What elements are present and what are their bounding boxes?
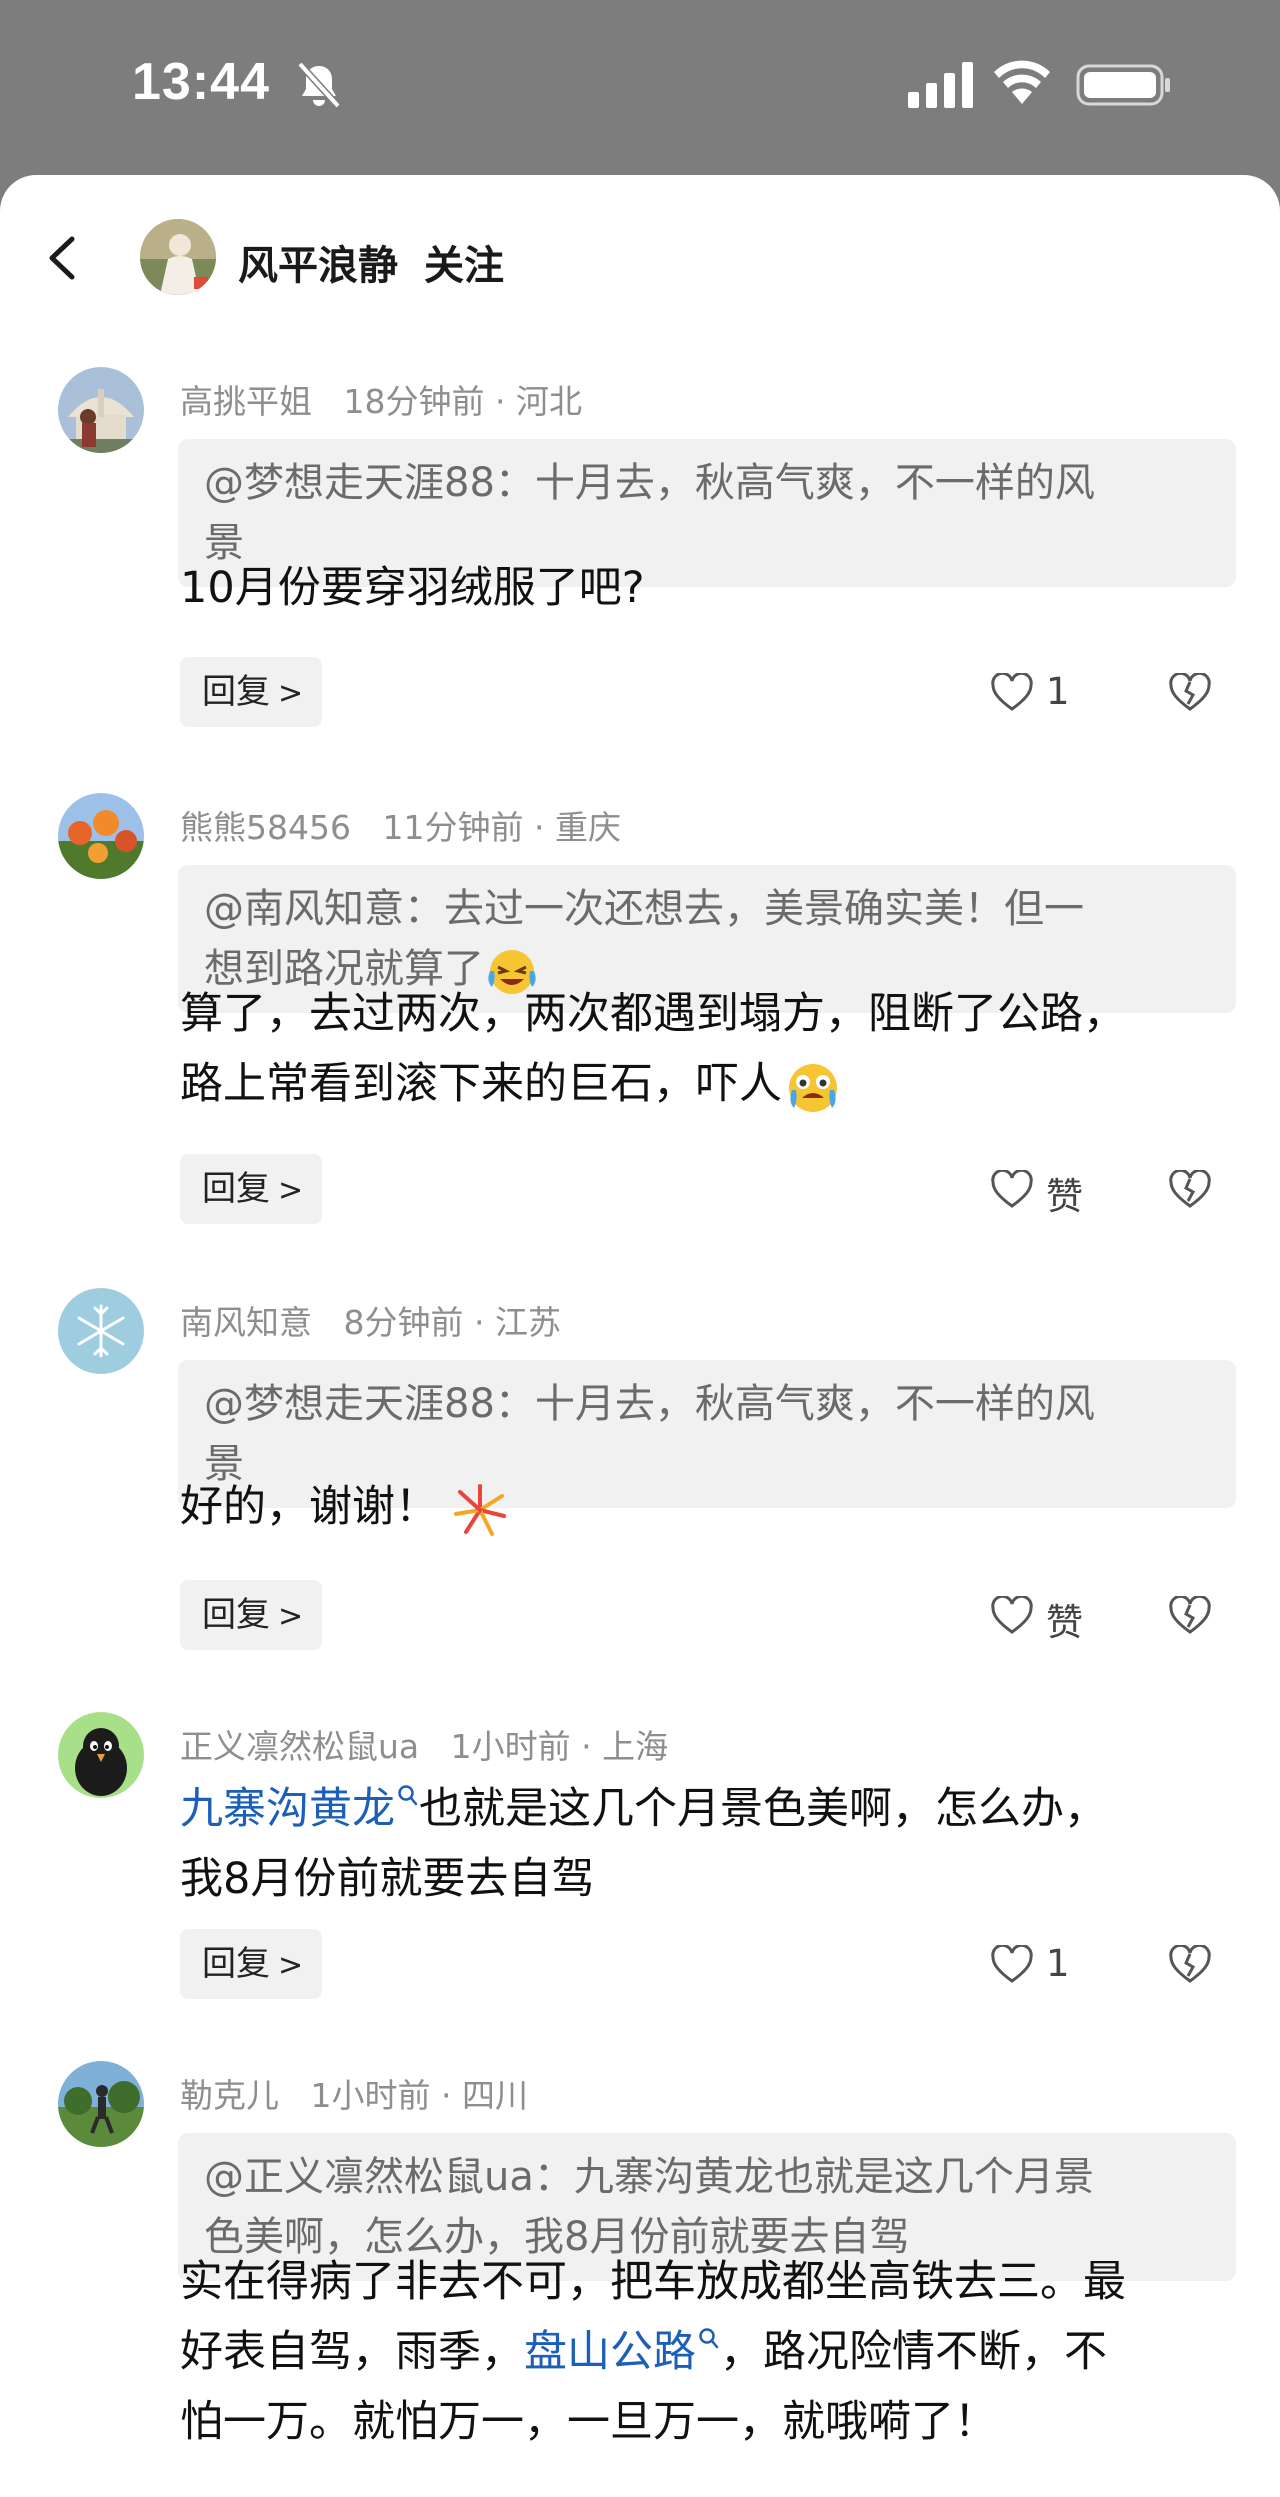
search-icon[interactable] <box>698 2327 720 2353</box>
comment-item: 南风知意 8分钟前 · 江苏 @梦想走天涯88：十月去，秋高气爽，不一样的风 景… <box>0 1288 1280 1588</box>
body-line: 怕一万。就怕万一，一旦万一，就哦嗬了！ <box>180 2397 997 2447</box>
cellular-signal-icon <box>908 62 973 108</box>
author-name[interactable]: 风平浪静 <box>238 233 398 291</box>
heart-icon[interactable] <box>990 1170 1034 1210</box>
quote-line: @南风知意：去过一次还想去，美景确实美！但一 <box>204 886 1084 932</box>
comment-item: 高挑平姐 18分钟前 · 河北 @梦想走天涯88：十月去，秋高气爽，不一样的风 … <box>0 367 1280 667</box>
comment-meta: 正义凛然松鼠ua 1小时前 · 上海 <box>180 1720 668 1768</box>
crying-emoji-icon <box>789 1063 837 1112</box>
comment-region: 四川 <box>461 2076 528 2115</box>
comment-meta: 高挑平姐 18分钟前 · 河北 <box>180 375 582 423</box>
back-arrow-icon[interactable] <box>44 233 80 283</box>
comment-body: 好的，谢谢！ <box>180 1472 1250 1542</box>
reply-label: 回复 <box>202 1595 270 1635</box>
comment-meta: 勒克儿 1小时前 · 四川 <box>180 2069 528 2117</box>
wifi-icon <box>994 60 1050 104</box>
body-line: 实在得病了非去不可，把车放成都坐高铁去三。最 <box>180 2257 1126 2307</box>
body-line: 九寨沟黄龙 也就是这几个月景色美啊，怎么办， <box>180 1784 1107 1834</box>
comment-time: 8分钟前 <box>343 1303 464 1342</box>
author-avatar[interactable] <box>140 219 216 295</box>
username[interactable]: 南风知意 <box>180 1303 312 1342</box>
broken-heart-icon[interactable] <box>1168 1945 1212 1985</box>
broken-heart-icon[interactable] <box>1168 673 1212 713</box>
meta-separator: · <box>581 1727 592 1766</box>
user-avatar[interactable] <box>58 1712 144 1798</box>
heart-icon[interactable] <box>990 673 1034 713</box>
comment-body: 九寨沟黄龙 也就是这几个月景色美啊，怎么办， 我8月份前就要去自驾 <box>180 1774 1250 1914</box>
heart-icon[interactable] <box>990 1596 1034 1636</box>
comment-time: 1小时前 <box>450 1727 571 1766</box>
user-avatar[interactable] <box>58 2061 144 2147</box>
like-count: 赞 <box>1046 1601 1083 1644</box>
reply-button[interactable]: 回复 > <box>180 1580 322 1650</box>
comment-body: 实在得病了非去不可，把车放成都坐高铁去三。最 好表自驾，雨季，盘山公路 ，路况险情… <box>180 2247 1250 2457</box>
like-count: 1 <box>1046 1942 1070 1985</box>
reply-label: 回复 <box>202 1944 270 1984</box>
comment-region: 江苏 <box>494 1303 561 1342</box>
quote-line: @梦想走天涯88：十月去，秋高气爽，不一样的风 <box>204 460 1095 506</box>
user-avatar[interactable] <box>58 367 144 453</box>
like-count: 赞 <box>1046 1175 1083 1218</box>
user-avatar[interactable] <box>58 793 144 879</box>
comment-time: 11分钟前 <box>382 808 524 847</box>
comment-time: 18分钟前 <box>343 382 485 421</box>
heart-icon[interactable] <box>990 1945 1034 1985</box>
follow-button[interactable]: 关注 <box>424 233 504 291</box>
topic-link[interactable]: 盘山公路 <box>524 2327 696 2377</box>
comment-item: 熊熊58456 11分钟前 · 重庆 @南风知意：去过一次还想去，美景确实美！但… <box>0 793 1280 1173</box>
chevron-right-icon: > <box>278 1948 304 1983</box>
reply-button[interactable]: 回复 > <box>180 657 322 727</box>
reply-button[interactable]: 回复 > <box>180 1154 322 1224</box>
meta-separator: · <box>533 808 545 847</box>
body-line: 路上常看到滚下来的巨石，吓人 <box>180 1049 1250 1119</box>
chevron-right-icon: > <box>278 1599 304 1634</box>
body-line: 我8月份前就要去自驾 <box>180 1854 595 1904</box>
comment-sheet: 风平浪静 关注 高挑平姐 18分钟前 · 河北 @梦想走天涯88：十月去，秋高气… <box>0 175 1280 2497</box>
username[interactable]: 高挑平姐 <box>180 382 312 421</box>
search-icon[interactable] <box>397 1784 419 1810</box>
fireworks-emoji-icon <box>453 1483 506 1536</box>
username[interactable]: 勒克儿 <box>180 2076 279 2115</box>
body-line: 好表自驾，雨季，盘山公路 ，路况险情不断，不 <box>180 2327 1107 2377</box>
broken-heart-icon[interactable] <box>1168 1170 1212 1210</box>
status-bar: 13:44 <box>0 0 1280 175</box>
username[interactable]: 正义凛然松鼠ua <box>180 1727 419 1766</box>
quote-line: @梦想走天涯88：十月去，秋高气爽，不一样的风 <box>204 1381 1095 1427</box>
meta-separator: · <box>440 2076 452 2115</box>
header: 风平浪静 关注 <box>0 175 1280 345</box>
comment-time: 1小时前 <box>310 2076 431 2115</box>
reply-button[interactable]: 回复 > <box>180 1929 322 1999</box>
body-line: 10月份要穿羽绒服了吧? <box>180 563 645 613</box>
comment-body: 10月份要穿羽绒服了吧? <box>180 553 1250 623</box>
comment-meta: 熊熊58456 11分钟前 · 重庆 <box>180 801 621 849</box>
comment-body: 算了，去过两次，两次都遇到塌方，阻断了公路， 路上常看到滚下来的巨石，吓人 <box>180 979 1250 1119</box>
broken-heart-icon[interactable] <box>1168 1596 1212 1636</box>
quote-line: @正义凛然松鼠ua：九寨沟黄龙也就是这几个月景 <box>204 2154 1094 2200</box>
status-time: 13:44 <box>132 53 270 111</box>
comment-meta: 南风知意 8分钟前 · 江苏 <box>180 1296 561 1344</box>
comment-region: 重庆 <box>554 808 621 847</box>
meta-separator: · <box>473 1303 485 1342</box>
comment-item: 勒克儿 1小时前 · 四川 @正义凛然松鼠ua：九寨沟黄龙也就是这几个月景 色美… <box>0 2061 1280 2497</box>
chevron-right-icon: > <box>278 676 304 711</box>
comment-region: 河北 <box>515 382 582 421</box>
username[interactable]: 熊熊58456 <box>180 808 351 847</box>
battery-icon <box>1076 64 1170 106</box>
like-count: 1 <box>1046 670 1070 713</box>
topic-link[interactable]: 九寨沟黄龙 <box>180 1784 395 1834</box>
body-line: 算了，去过两次，两次都遇到塌方，阻断了公路， <box>180 989 1126 1039</box>
user-avatar[interactable] <box>58 1288 144 1374</box>
reply-label: 回复 <box>202 1169 270 1209</box>
body-line: 好的，谢谢！ <box>180 1472 1250 1542</box>
comment-region: 上海 <box>602 1727 669 1766</box>
bell-off-icon <box>297 61 341 109</box>
reply-label: 回复 <box>202 672 270 712</box>
chevron-right-icon: > <box>278 1173 304 1208</box>
meta-separator: · <box>494 382 506 421</box>
